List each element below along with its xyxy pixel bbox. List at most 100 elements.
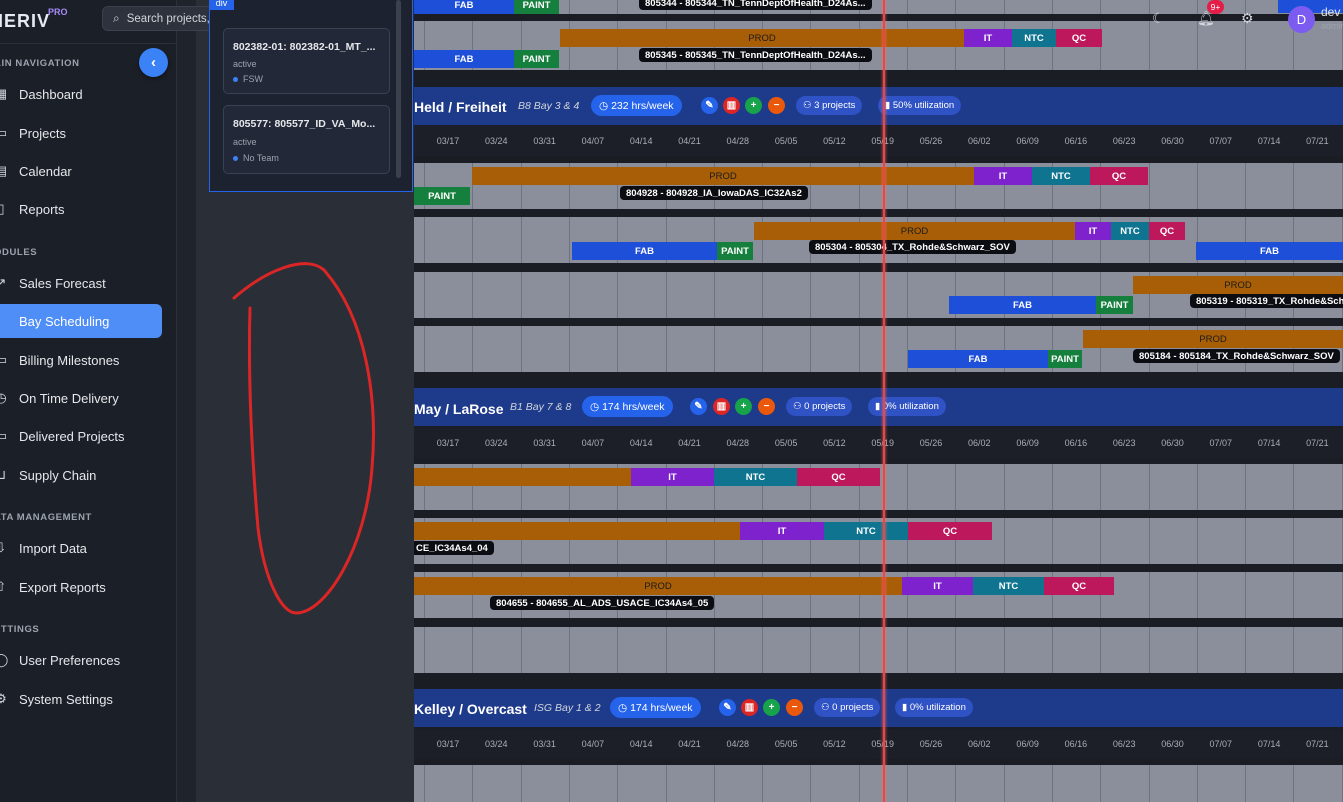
phase-bar-paint[interactable]: PAINT	[717, 242, 753, 260]
phase-bar-it[interactable]: IT	[631, 468, 714, 486]
edit-bay-button[interactable]: ✎	[719, 699, 736, 716]
edit-bay-button[interactable]: ✎	[690, 398, 707, 415]
users-icon: ⚇	[821, 702, 833, 713]
nav-supply-chain[interactable]: ⊔ Supply Chain	[0, 458, 162, 492]
phase-bar-qc[interactable]: QC	[908, 522, 992, 540]
phase-bar-fab[interactable]: FAB	[414, 0, 514, 14]
phase-bar-fab[interactable]: FAB	[572, 242, 717, 260]
week-label: 04/07	[581, 438, 605, 448]
phase-bar-prod[interactable]	[414, 468, 631, 486]
sidebar-gutter	[177, 0, 196, 802]
nav-system-settings[interactable]: ⚙ System Settings	[0, 682, 162, 716]
project-label[interactable]: 804655 - 804655_AL_ADS_USACE_IC34As4_05	[490, 596, 715, 610]
project-label[interactable]: 805345 - 805345_TN_TennDeptOfHealth_D24A…	[639, 48, 872, 62]
inspector-element-tag: div	[209, 0, 234, 10]
week-gridline	[1148, 21, 1150, 70]
phase-bar-fab[interactable]: FAB	[908, 350, 1048, 368]
phase-bar-it[interactable]: IT	[964, 29, 1012, 47]
clock-icon: ◷	[599, 99, 612, 112]
phase-bar-paint[interactable]: PAINT	[514, 0, 559, 14]
minus-icon: −	[791, 702, 798, 713]
nav-calendar[interactable]: ▤ Calendar	[0, 154, 162, 188]
nav-sales-forecast[interactable]: ↗ Sales Forecast	[0, 266, 162, 300]
search-icon: ⌕	[113, 11, 120, 25]
nav-bay-scheduling[interactable]: Bay Scheduling	[0, 304, 162, 338]
week-gridline	[568, 272, 570, 318]
phase-bar-prod[interactable]: PROD	[1133, 276, 1343, 294]
phase-bar-ntc[interactable]: NTC	[1111, 222, 1149, 240]
nav-import-data[interactable]: ⇩ Import Data	[0, 531, 162, 565]
phase-bar-prod[interactable]: PROD	[472, 167, 974, 185]
phase-bar-qc[interactable]: QC	[1056, 29, 1102, 47]
phase-bar-it[interactable]: IT	[902, 577, 973, 595]
phase-bar-paint[interactable]: PAINT	[1048, 350, 1082, 368]
nav-on-time-delivery[interactable]: ◷ On Time Delivery	[0, 381, 162, 415]
phase-bar-ntc[interactable]: NTC	[1012, 29, 1056, 47]
add-row-button[interactable]: +	[745, 97, 762, 114]
phase-bar-qc[interactable]: QC	[1149, 222, 1185, 240]
remove-row-button[interactable]: −	[786, 699, 803, 716]
nav-delivered-projects[interactable]: ▭ Delivered Projects	[0, 419, 162, 453]
remove-row-button[interactable]: −	[768, 97, 785, 114]
project-label[interactable]: 805319 - 805319_TX_Rohde&Schw	[1190, 294, 1343, 308]
collapse-sidebar-button[interactable]: ‹	[139, 48, 168, 77]
nav-reports[interactable]: ▯ Reports	[0, 192, 162, 226]
project-card[interactable]: 802382-01: 802382-01_MT_... active FSW	[223, 28, 390, 94]
nav-billing-milestones[interactable]: ▭ Billing Milestones	[0, 343, 162, 377]
phase-bar-fab[interactable]: FAB	[949, 296, 1096, 314]
list-scrollbar[interactable]	[396, 0, 401, 178]
remove-row-button[interactable]: −	[758, 398, 775, 415]
project-label[interactable]: 805304 - 805304_TX_Rohde&Schwarz_SOV	[809, 240, 1016, 254]
phase-bar-ntc[interactable]: NTC	[1032, 167, 1090, 185]
week-label: 05/12	[823, 438, 846, 448]
capacity-pill[interactable]: ◷ 174 hrs/week	[610, 697, 701, 718]
project-label[interactable]: 804928 - 804928_IA_IowaDAS_IC32As2	[620, 186, 808, 200]
project-card[interactable]: 805577: 805577_ID_VA_Mo... active No Tea…	[223, 105, 390, 174]
week-label: 05/26	[919, 136, 943, 146]
phase-bar-qc[interactable]: QC	[1090, 167, 1148, 185]
nav-export-reports[interactable]: ⇧ Export Reports	[0, 570, 162, 604]
delete-bay-button[interactable]: ▥	[723, 97, 740, 114]
week-gridline	[1196, 518, 1198, 564]
phase-bar-paint[interactable]: PAINT	[414, 187, 470, 205]
nav-projects[interactable]: ▭ Projects	[0, 116, 162, 150]
phase-bar-paint[interactable]: PAINT	[514, 50, 559, 68]
phase-bar-ntc[interactable]: NTC	[714, 468, 797, 486]
phase-bar-prod[interactable]: PROD	[414, 577, 902, 595]
capacity-pill[interactable]: ◷ 232 hrs/week	[591, 95, 682, 116]
week-gridline	[1003, 464, 1005, 510]
project-label[interactable]: 805344 - 805344_TN_TennDeptOfHealth_D24A…	[639, 0, 872, 10]
bay-icon	[0, 312, 10, 330]
nav-dashboard[interactable]: ▦ Dashboard	[0, 77, 162, 111]
phase-bar-it[interactable]: IT	[974, 167, 1032, 185]
phase-bar-ntc[interactable]: NTC	[973, 577, 1044, 595]
week-gridline	[1148, 0, 1150, 14]
phase-bar-paint[interactable]: PAINT	[1096, 296, 1133, 314]
phase-bar-prod[interactable]: PROD	[754, 222, 1075, 240]
avatar[interactable]: D	[1288, 6, 1315, 33]
delete-bay-button[interactable]: ▥	[713, 398, 730, 415]
project-label[interactable]: CE_IC34As4_04	[414, 541, 494, 555]
phase-bar-it[interactable]: IT	[1075, 222, 1111, 240]
phase-bar-qc[interactable]: QC	[1044, 577, 1114, 595]
phase-bar-it[interactable]: IT	[740, 522, 824, 540]
week-label: 06/16	[1064, 136, 1088, 146]
add-row-button[interactable]: +	[735, 398, 752, 415]
phase-bar-prod[interactable]	[414, 522, 740, 540]
phase-bar-prod[interactable]: PROD	[560, 29, 964, 47]
gear-icon[interactable]: ⚙	[1241, 10, 1254, 27]
week-gridline	[1051, 627, 1053, 673]
phase-bar-ntc[interactable]: NTC	[824, 522, 908, 540]
capacity-pill[interactable]: ◷ 174 hrs/week	[582, 396, 673, 417]
phase-bar-fab[interactable]: FAB	[414, 50, 514, 68]
add-row-button[interactable]: +	[763, 699, 780, 716]
moon-icon[interactable]: ☾	[1152, 10, 1165, 27]
phase-bar-qc[interactable]: QC	[797, 468, 880, 486]
phase-bar-prod[interactable]: PROD	[1083, 330, 1343, 348]
phase-bar-fab[interactable]: FAB	[1196, 242, 1343, 260]
project-label[interactable]: 805184 - 805184_TX_Rohde&Schwarz_SOV	[1133, 349, 1340, 363]
nav-user-preferences[interactable]: ◯ User Preferences	[0, 643, 162, 677]
edit-bay-button[interactable]: ✎	[701, 97, 718, 114]
delete-bay-button[interactable]: ▥	[741, 699, 758, 716]
project-card-status: active	[233, 137, 257, 147]
